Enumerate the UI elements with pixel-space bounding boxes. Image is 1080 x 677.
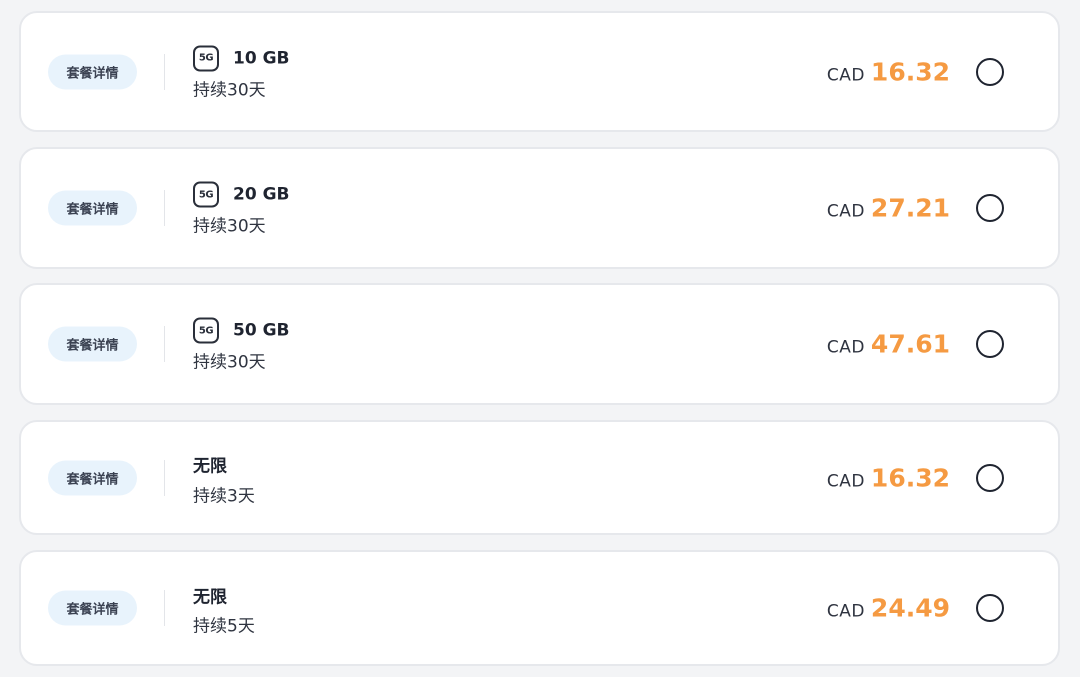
- plan-price: CAD 27.21: [827, 194, 950, 223]
- plan-price: CAD 16.32: [827, 57, 950, 86]
- plan-duration: 持续3天: [193, 486, 255, 506]
- price-currency: CAD: [826, 337, 865, 358]
- 5g-network-icon: 5G: [193, 317, 219, 344]
- plan-data-amount: 10 GB: [233, 48, 290, 68]
- price-amount: 27.21: [870, 193, 950, 223]
- plan-duration: 持续5天: [193, 616, 255, 637]
- plan-data-amount: 无限: [193, 587, 227, 607]
- plan-info: 5G 20 GB 持续30天: [193, 180, 290, 237]
- plan-list: 套餐详情 5G 10 GB 持续30天 CAD 16.32 套餐详情 5G 20…: [0, 0, 1080, 677]
- plan-card[interactable]: 套餐详情 无限 持续5天 CAD 24.49: [19, 550, 1060, 666]
- divider: [164, 190, 165, 226]
- plan-duration: 持续30天: [193, 80, 266, 100]
- plan-card[interactable]: 套餐详情 5G 20 GB 持续30天 CAD 27.21: [19, 147, 1060, 269]
- plan-price: CAD 16.32: [827, 463, 950, 492]
- divider: [164, 459, 165, 496]
- divider: [164, 53, 165, 90]
- plan-select-radio[interactable]: [976, 194, 1004, 222]
- plan-details-button[interactable]: 套餐详情: [48, 460, 137, 495]
- plan-card[interactable]: 套餐详情 5G 50 GB 持续30天 CAD 47.61: [19, 283, 1060, 405]
- price-amount: 24.49: [870, 593, 950, 623]
- plan-duration: 持续30天: [193, 216, 266, 237]
- plan-data-amount: 20 GB: [233, 184, 290, 205]
- plan-select-radio[interactable]: [976, 57, 1004, 86]
- plan-data-amount: 无限: [193, 456, 227, 477]
- plan-info: 无限 持续3天: [193, 449, 255, 507]
- plan-info: 5G 10 GB 持续30天: [193, 43, 290, 100]
- plan-info: 5G 50 GB 持续30天: [193, 316, 290, 373]
- price-amount: 47.61: [870, 329, 950, 359]
- plan-details-button[interactable]: 套餐详情: [48, 326, 137, 362]
- price-amount: 16.32: [870, 463, 950, 492]
- plan-details-button[interactable]: 套餐详情: [48, 190, 137, 226]
- price-currency: CAD: [826, 65, 865, 85]
- plan-card[interactable]: 套餐详情 5G 10 GB 持续30天 CAD 16.32: [19, 11, 1060, 132]
- plan-details-button[interactable]: 套餐详情: [48, 54, 137, 89]
- plan-duration: 持续30天: [193, 352, 266, 373]
- divider: [164, 326, 165, 362]
- plan-details-button[interactable]: 套餐详情: [48, 590, 137, 626]
- plan-price: CAD 24.49: [827, 594, 950, 623]
- plan-select-radio[interactable]: [976, 463, 1004, 492]
- 5g-network-icon: 5G: [193, 181, 219, 208]
- plan-select-radio[interactable]: [976, 594, 1004, 622]
- price-currency: CAD: [826, 471, 865, 491]
- 5g-network-icon: 5G: [193, 45, 219, 71]
- plan-card[interactable]: 套餐详情 无限 持续3天 CAD 16.32: [19, 420, 1060, 535]
- plan-select-radio[interactable]: [976, 330, 1004, 358]
- plan-price: CAD 47.61: [827, 330, 950, 359]
- price-currency: CAD: [826, 201, 865, 222]
- divider: [164, 590, 165, 626]
- price-amount: 16.32: [870, 57, 950, 86]
- price-currency: CAD: [826, 601, 865, 622]
- plan-data-amount: 50 GB: [233, 320, 290, 341]
- plan-info: 无限 持续5天: [193, 580, 255, 637]
